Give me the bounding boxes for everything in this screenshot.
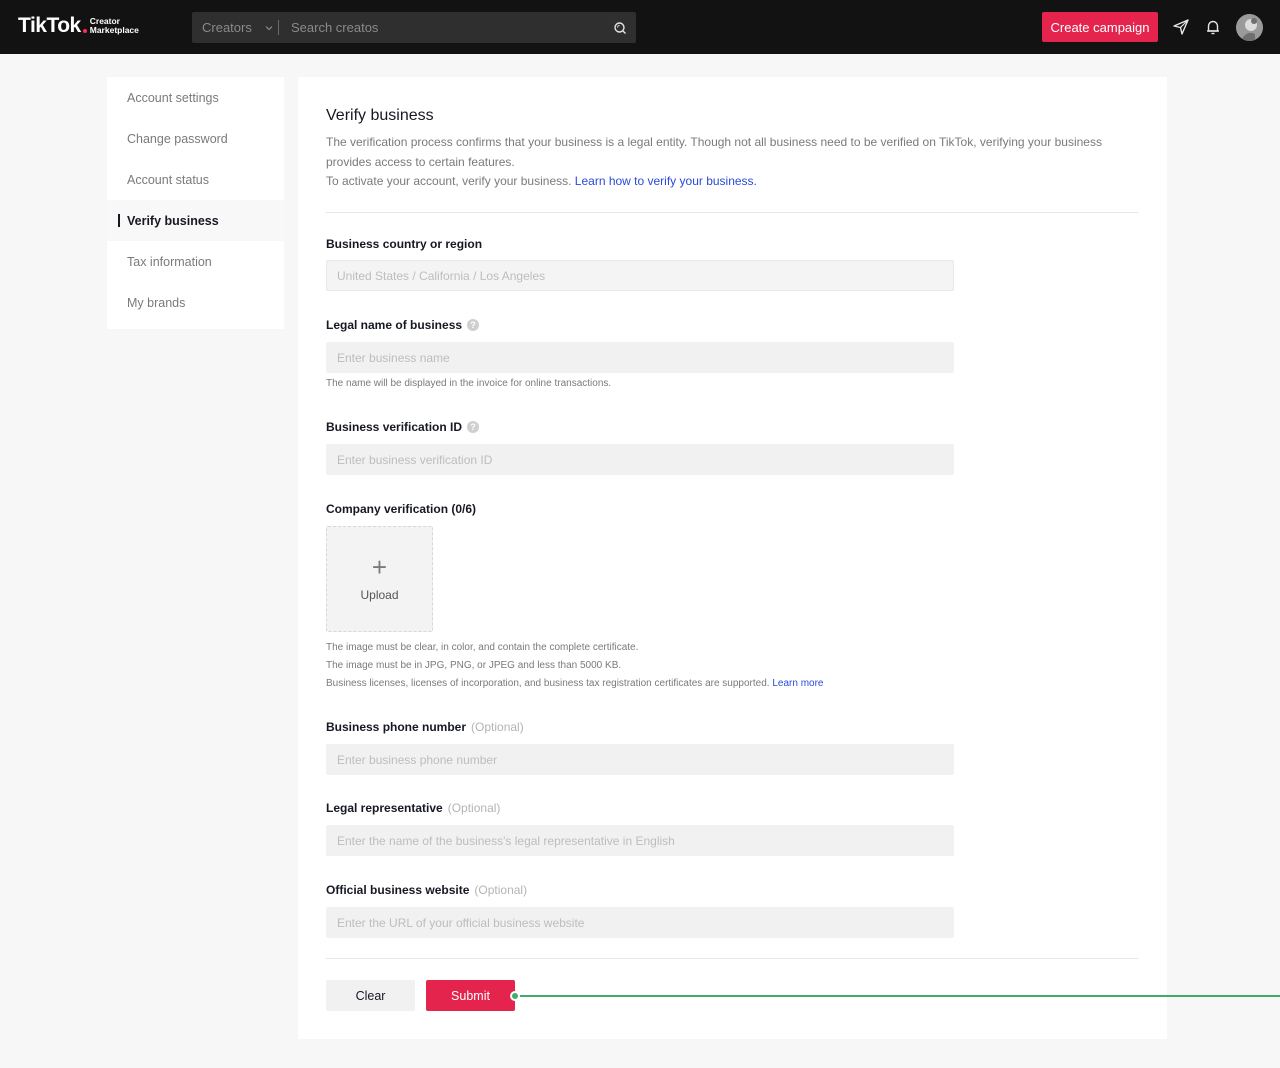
legal-name-hint: The name will be displayed in the invoic… [326,378,612,389]
sidebar-item-tax-information[interactable]: Tax information [107,241,284,282]
upload-hint-line-2: The image must be in JPG, PNG, or JPEG a… [326,660,622,671]
notifications-button[interactable] [1202,16,1224,38]
upload-dropzone[interactable]: + Upload [326,526,433,632]
top-bar: TikTok Creator Marketplace Creators Crea… [0,0,1280,54]
help-icon[interactable]: ? [467,421,480,433]
upload-hint-line-1: The image must be clear, in color, and c… [326,642,639,653]
phone-input[interactable] [326,744,954,775]
search-category-label: Creators [202,20,252,35]
clear-button[interactable]: Clear [326,980,415,1011]
optional-tag: (Optional) [471,720,524,734]
create-campaign-button[interactable]: Create campaign [1042,12,1158,42]
company-verification-label-text: Company verification (0/6) [326,502,477,516]
representative-label-text: Legal representative [326,801,443,815]
verification-id-input[interactable] [326,444,954,475]
country-label: Business country or region [326,237,482,251]
bell-icon [1207,20,1219,35]
plus-icon: + [371,552,388,582]
sidebar-item-label: My brands [127,295,186,310]
learn-more-link[interactable]: Learn more [772,678,823,689]
chevron-down-icon [265,25,273,30]
verify-business-panel: Verify business The verification process… [298,77,1167,1039]
settings-sidebar: Account settings Change password Account… [107,77,284,329]
divider [326,958,1138,959]
sidebar-item-label: Account status [127,172,209,187]
country-field [326,260,954,291]
upload-hint: The image must be clear, in color, and c… [326,639,824,693]
search-input[interactable] [279,20,604,35]
send-icon [1173,19,1189,35]
divider [326,212,1138,213]
company-verification-label: Company verification (0/6) [326,502,476,516]
learn-verify-link[interactable]: Learn how to verify your business. [575,174,757,188]
help-icon[interactable]: ? [467,319,480,331]
description-activate-text: To activate your account, verify your bu… [326,174,572,188]
website-input[interactable] [326,907,954,938]
optional-tag: (Optional) [447,801,501,815]
legal-name-label: Legal name of business ? [326,318,480,332]
user-avatar-icon [1236,14,1263,41]
annotation-connector-line [514,995,1280,997]
messages-button[interactable] [1170,16,1192,38]
country-label-text: Business country or region [326,237,483,251]
tiktok-creator-marketplace-logo[interactable]: TikTok Creator Marketplace [18,14,139,38]
logo-sub-line-2: Marketplace [89,25,139,35]
submit-button[interactable]: Submit [426,980,515,1011]
sidebar-item-account-settings[interactable]: Account settings [107,77,284,118]
sidebar-item-change-password[interactable]: Change password [107,118,284,159]
search-bar: Creators [192,12,636,43]
website-label: Official business website (Optional) [326,883,527,897]
upload-hint-line-3: Business licenses, licenses of incorpora… [326,678,770,689]
sidebar-item-verify-business[interactable]: Verify business [107,200,284,241]
phone-label: Business phone number (Optional) [326,720,524,734]
phone-label-text: Business phone number [326,720,467,734]
page-description: The verification process confirms that y… [326,133,1136,192]
sidebar-item-label: Tax information [127,254,212,269]
page-title: Verify business [326,107,434,124]
representative-label: Legal representative (Optional) [326,801,500,815]
sidebar-item-my-brands[interactable]: My brands [107,282,284,323]
sidebar-item-label: Change password [127,131,228,146]
legal-name-label-text: Legal name of business [326,318,463,332]
website-label-text: Official business website [326,883,470,897]
legal-name-input[interactable] [326,342,954,373]
description-text: The verification process confirms that y… [326,135,1102,169]
logo-dot [82,29,87,33]
verification-id-label: Business verification ID ? [326,420,480,434]
sidebar-item-account-status[interactable]: Account status [107,159,284,200]
logo-subtitle: Creator Marketplace [90,17,139,35]
logo-wordmark: TikTok [18,14,81,37]
representative-input[interactable] [326,825,954,856]
search-category-select[interactable]: Creators [192,12,279,43]
sidebar-item-label: Verify business [127,213,219,228]
search-button[interactable] [604,12,636,43]
verification-id-label-text: Business verification ID [326,420,463,434]
optional-tag: (Optional) [474,883,528,897]
upload-label: Upload [360,588,399,602]
annotation-connector-dot [510,991,520,1001]
avatar[interactable] [1236,14,1263,41]
sidebar-item-label: Account settings [127,90,219,105]
search-icon [614,21,626,34]
